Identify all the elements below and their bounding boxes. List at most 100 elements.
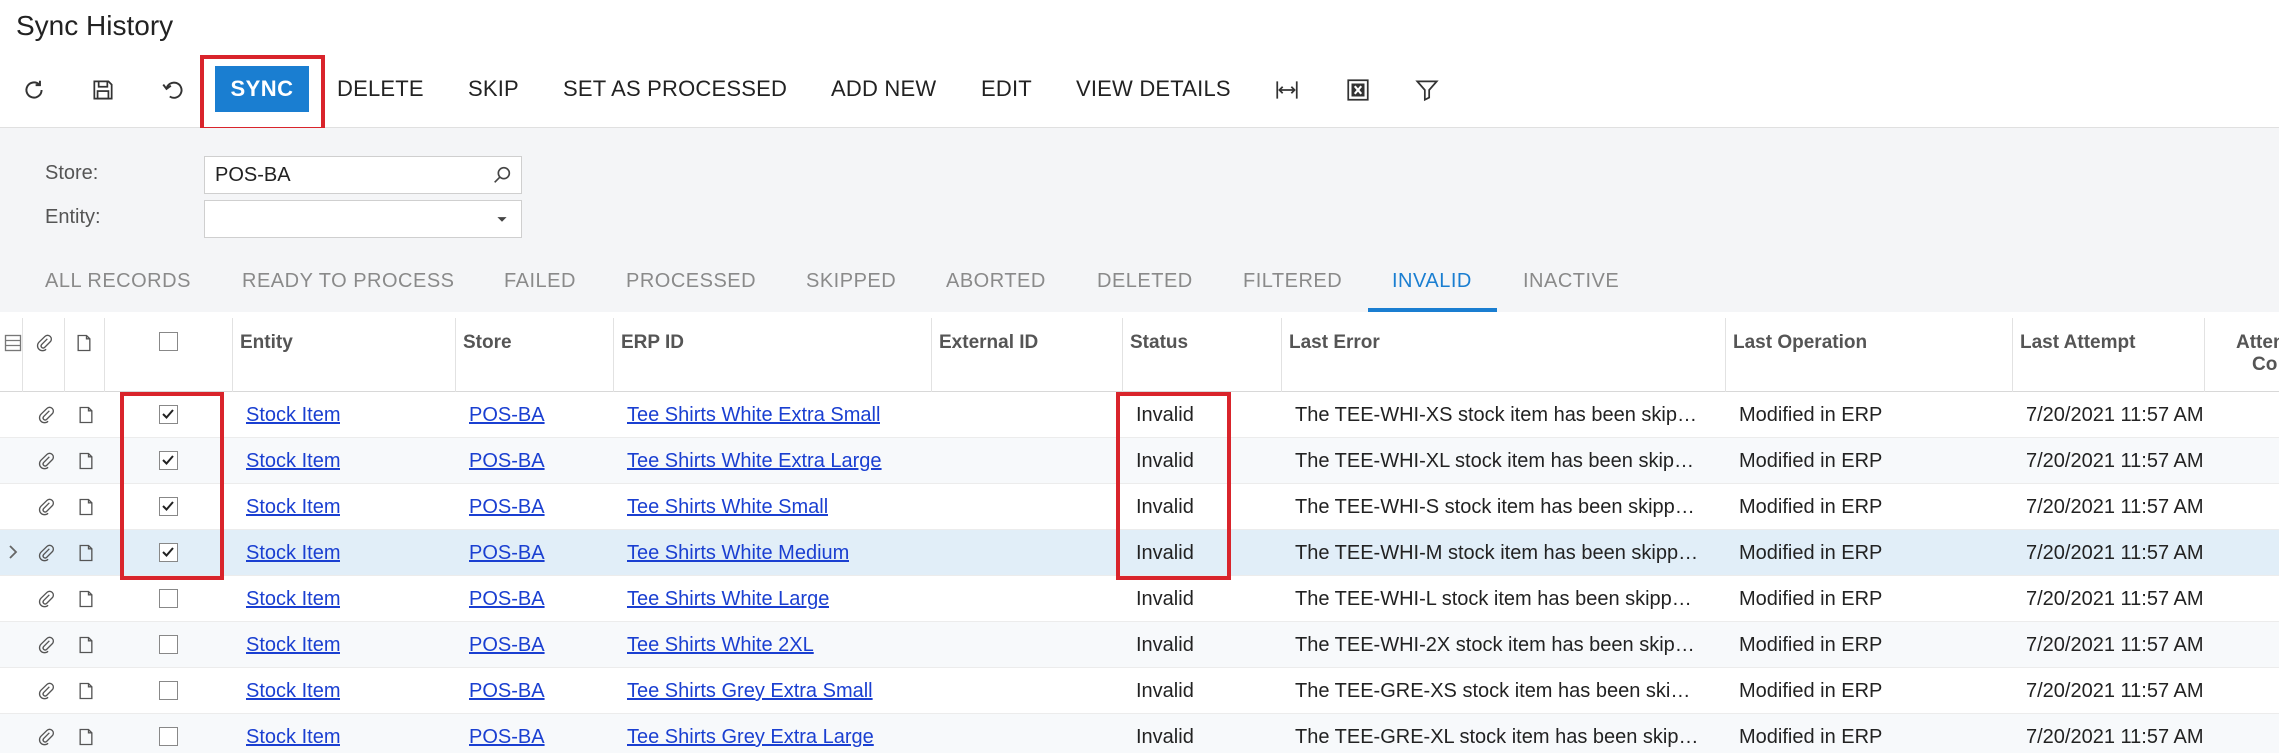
row-checkbox[interactable] [159,589,178,608]
select-all-checkbox[interactable] [159,332,178,351]
row-checkbox[interactable] [159,405,178,424]
refresh-icon[interactable] [16,72,52,108]
note-icon[interactable] [76,542,96,564]
attachment-icon[interactable] [36,404,56,426]
entity-link[interactable]: Stock Item [246,634,340,657]
entity-link[interactable]: Stock Item [246,542,340,565]
store-link[interactable]: POS-BA [469,680,545,703]
search-icon[interactable] [491,164,513,186]
erp-id-link[interactable]: Tee Shirts White 2XL [627,634,814,657]
tab-processed[interactable]: PROCESSED [626,270,756,293]
last-attempt-cell: 7/20/2021 11:57 AM [2026,542,2204,564]
tab-ready-to-process[interactable]: READY TO PROCESS [242,270,455,293]
erp-id-link[interactable]: Tee Shirts White Extra Large [627,450,882,473]
tab-deleted[interactable]: DELETED [1097,270,1193,293]
table-row[interactable]: Stock Item POS-BA Tee Shirts Grey Extra Sm… [0,668,2279,714]
store-link[interactable]: POS-BA [469,542,545,565]
table-row[interactable]: Stock Item POS-BA Tee Shirts White Extra S… [0,392,2279,438]
row-checkbox[interactable] [159,543,178,562]
row-checkbox[interactable] [159,451,178,470]
column-header-attempt-count[interactable]: Atten Co [2236,332,2279,376]
column-header-last-error[interactable]: Last Error [1289,332,1380,354]
tab-inactive[interactable]: INACTIVE [1523,270,1619,293]
attachment-icon[interactable] [36,680,56,702]
store-field[interactable]: POS-BA [204,156,522,194]
last-operation-cell: Modified in ERP [1739,726,1883,748]
undo-icon[interactable] [155,72,191,108]
filter-icon[interactable] [1409,72,1445,108]
chevron-down-icon[interactable] [491,208,513,230]
tab-failed[interactable]: FAILED [504,270,576,293]
table-row[interactable]: Stock Item POS-BA Tee Shirts White Extra L… [0,438,2279,484]
attachment-icon[interactable] [36,450,56,472]
entity-link[interactable]: Stock Item [246,450,340,473]
note-icon[interactable] [76,496,96,518]
note-icon[interactable] [76,680,96,702]
tab-invalid[interactable]: INVALID [1392,270,1472,293]
erp-id-link[interactable]: Tee Shirts White Extra Small [627,404,880,427]
attachment-icon[interactable] [36,634,56,656]
store-link[interactable]: POS-BA [469,634,545,657]
column-header-entity[interactable]: Entity [240,332,293,354]
note-icon[interactable] [76,726,96,748]
add-new-button[interactable]: ADD NEW [831,76,936,102]
attachment-icon[interactable] [36,726,56,748]
attachment-icon[interactable] [36,542,56,564]
row-checkbox[interactable] [159,635,178,654]
entity-link[interactable]: Stock Item [246,404,340,427]
row-selector-icon[interactable] [3,332,23,354]
entity-link[interactable]: Stock Item [246,496,340,519]
tab-filtered[interactable]: FILTERED [1243,270,1342,293]
column-header-last-attempt[interactable]: Last Attempt [2020,332,2135,354]
store-link[interactable]: POS-BA [469,588,545,611]
erp-id-link[interactable]: Tee Shirts Grey Extra Small [627,680,873,703]
erp-id-link[interactable]: Tee Shirts White Small [627,496,828,519]
note-icon[interactable] [76,588,96,610]
table-row[interactable]: Stock Item POS-BA Tee Shirts White 2XL Inva… [0,622,2279,668]
column-header-erp-id[interactable]: ERP ID [621,332,684,354]
skip-button[interactable]: SKIP [468,76,519,102]
last-operation-cell: Modified in ERP [1739,404,1883,426]
column-header-last-operation[interactable]: Last Operation [1733,332,1867,354]
set-as-processed-button[interactable]: SET AS PROCESSED [563,76,787,102]
tab-all-records[interactable]: ALL RECORDS [45,270,191,293]
attachment-icon[interactable] [36,588,56,610]
erp-id-link[interactable]: Tee Shirts White Large [627,588,829,611]
last-attempt-cell: 7/20/2021 11:57 AM [2026,450,2204,472]
tab-skipped[interactable]: SKIPPED [806,270,896,293]
fit-columns-icon[interactable] [1269,72,1305,108]
entity-link[interactable]: Stock Item [246,726,340,749]
column-header-store[interactable]: Store [463,332,512,354]
row-checkbox[interactable] [159,727,178,746]
table-row[interactable]: Stock Item POS-BA Tee Shirts White Large In… [0,576,2279,622]
note-icon[interactable] [76,634,96,656]
table-row[interactable]: Stock Item POS-BA Tee Shirts Grey Extra La… [0,714,2279,753]
store-link[interactable]: POS-BA [469,450,545,473]
entity-link[interactable]: Stock Item [246,680,340,703]
entity-select[interactable] [204,200,522,238]
note-icon[interactable] [76,404,96,426]
active-tab-indicator [1368,308,1497,312]
edit-button[interactable]: EDIT [981,76,1032,102]
table-row[interactable]: Stock Item POS-BA Tee Shirts White Medium I… [0,530,2279,576]
column-header-status[interactable]: Status [1130,332,1188,354]
row-checkbox[interactable] [159,497,178,516]
store-link[interactable]: POS-BA [469,726,545,749]
note-icon[interactable] [76,450,96,472]
sync-button[interactable]: SYNC [215,66,309,112]
store-link[interactable]: POS-BA [469,496,545,519]
save-icon[interactable] [85,72,121,108]
erp-id-link[interactable]: Tee Shirts White Medium [627,542,849,565]
entity-link[interactable]: Stock Item [246,588,340,611]
store-link[interactable]: POS-BA [469,404,545,427]
row-checkbox[interactable] [159,681,178,700]
attachment-icon[interactable] [36,496,56,518]
tab-aborted[interactable]: ABORTED [946,270,1046,293]
excel-icon[interactable] [1340,72,1376,108]
table-row[interactable]: Stock Item POS-BA Tee Shirts White Small In… [0,484,2279,530]
delete-button[interactable]: DELETE [337,76,424,102]
column-header-external-id[interactable]: External ID [939,332,1038,354]
view-details-button[interactable]: VIEW DETAILS [1076,76,1231,102]
erp-id-link[interactable]: Tee Shirts Grey Extra Large [627,726,874,749]
checkmark-icon [162,409,174,419]
